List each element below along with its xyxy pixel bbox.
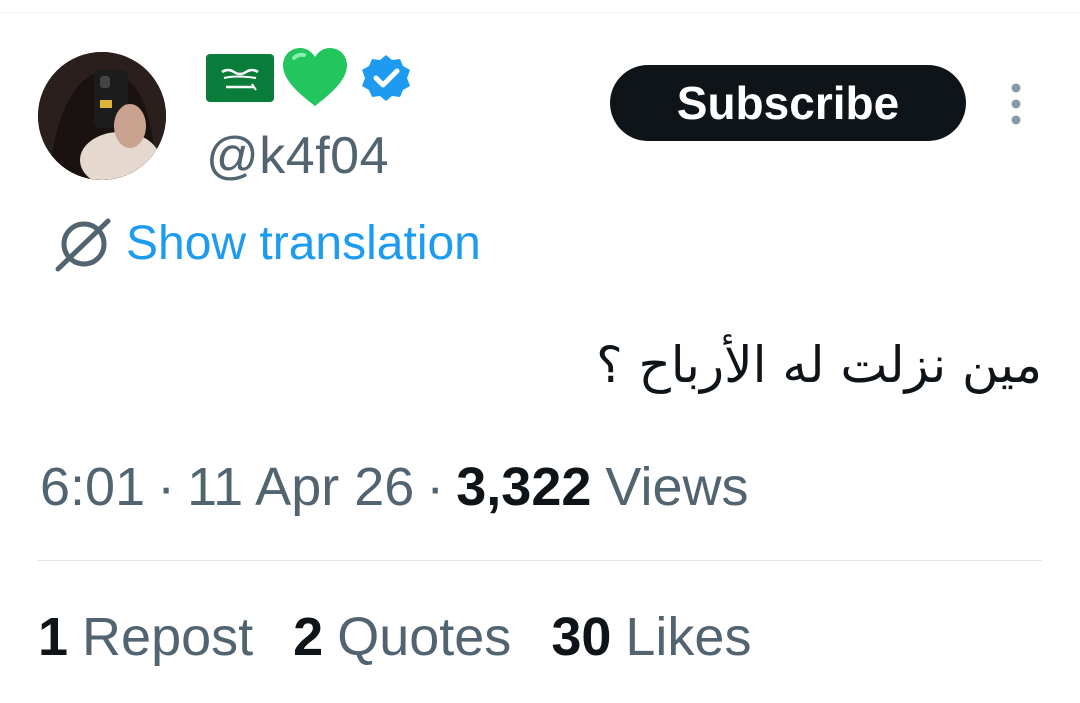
green-heart-icon bbox=[283, 48, 347, 106]
reposts-stat[interactable]: 1 Repost bbox=[38, 606, 253, 668]
tweet-text: مين نزلت له الأرباح ؟ bbox=[596, 336, 1042, 394]
saudi-flag-icon bbox=[206, 54, 274, 102]
subscribe-button[interactable]: Subscribe bbox=[610, 65, 966, 141]
quotes-count: 2 bbox=[293, 607, 324, 667]
reposts-count: 1 bbox=[38, 607, 69, 667]
likes-stat[interactable]: 30 Likes bbox=[551, 606, 751, 668]
likes-count: 30 bbox=[551, 607, 612, 667]
meta-separator: · bbox=[426, 457, 445, 517]
quotes-stat[interactable]: 2 Quotes bbox=[293, 606, 511, 668]
views-count: 3,322 bbox=[456, 457, 592, 517]
engagement-stats: 1 Repost 2 Quotes 30 Likes bbox=[38, 600, 791, 674]
tweet-time[interactable]: 6:01 bbox=[40, 456, 145, 518]
tweet-meta: 6:01 · 11 Apr 26 · 3,322 Views bbox=[40, 452, 748, 522]
reposts-label: Repost bbox=[82, 607, 254, 667]
translate-icon bbox=[55, 218, 111, 272]
top-divider bbox=[0, 12, 1080, 13]
quotes-label: Quotes bbox=[337, 607, 512, 667]
meta-separator: · bbox=[157, 457, 176, 517]
avatar-image bbox=[38, 52, 166, 180]
show-translation-label[interactable]: Show translation bbox=[126, 214, 481, 274]
author-badges bbox=[206, 48, 412, 108]
views-label: Views bbox=[605, 457, 749, 517]
likes-label: Likes bbox=[625, 607, 752, 667]
author-handle[interactable]: @k4f04 bbox=[206, 126, 389, 186]
more-vertical-icon[interactable] bbox=[1004, 82, 1028, 126]
avatar[interactable] bbox=[38, 52, 166, 180]
stats-divider bbox=[38, 560, 1042, 561]
verified-icon[interactable] bbox=[360, 52, 412, 104]
show-translation-link[interactable]: Show translation bbox=[52, 212, 481, 276]
tweet-date[interactable]: 11 Apr 26 bbox=[187, 456, 414, 518]
